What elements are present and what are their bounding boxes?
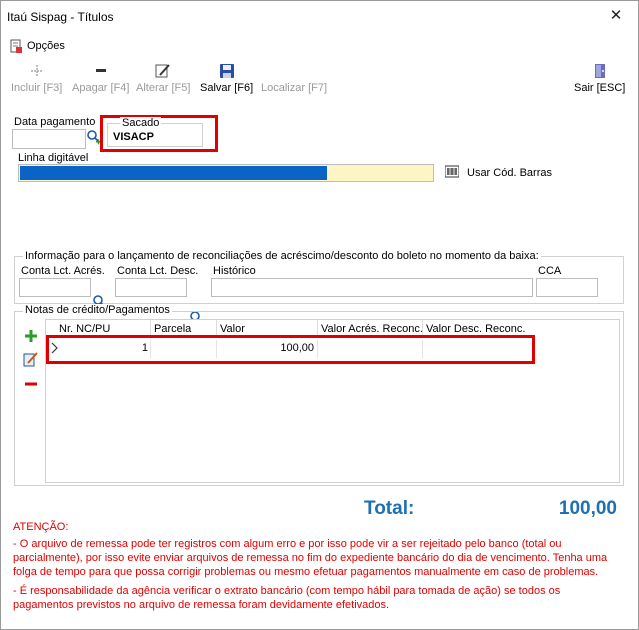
edit-icon: [154, 63, 172, 79]
salvar-label: Salvar [F6]: [200, 82, 254, 94]
col-divider: [150, 320, 151, 335]
notice-line-5: pagamentos previstos no arquivo de remes…: [13, 599, 390, 611]
exit-door-icon: [591, 63, 609, 79]
incluir-label: Incluir [F3]: [11, 82, 63, 94]
notice-line-1: - O arquivo de remessa pode ter registro…: [13, 538, 562, 550]
notice-line-3: folga de tempo para que possa corrigir p…: [13, 566, 599, 578]
cell-divider: [422, 340, 423, 358]
col-header-valor[interactable]: Valor: [220, 323, 245, 335]
menu-options[interactable]: Opções: [10, 37, 65, 55]
col-divider: [422, 320, 423, 335]
window-title: Itaú Sispag - Títulos: [7, 10, 114, 24]
sair-button[interactable]: Sair [ESC]: [574, 63, 625, 94]
historico-label: Histórico: [213, 265, 256, 277]
notice-line-4: - É responsabilidade da agência verifica…: [13, 585, 561, 597]
minus-icon: [92, 63, 110, 79]
conta-acres-field[interactable]: [19, 278, 91, 297]
close-button[interactable]: ✕: [605, 5, 627, 27]
row-pointer-icon: [51, 342, 59, 354]
col-header-nr[interactable]: Nr. NC/PU: [59, 323, 110, 335]
cca-field[interactable]: [536, 278, 598, 297]
apagar-label: Apagar [F4]: [72, 82, 130, 94]
cca-label: CCA: [538, 265, 562, 277]
localizar-button[interactable]: Localizar [F7]: [261, 63, 327, 94]
notice-line-2: parcialmente), por isso evite enviar arq…: [13, 552, 608, 564]
barcode-icon[interactable]: [444, 164, 460, 180]
cell-divider: [317, 340, 318, 358]
row-valor-cell[interactable]: 100,00: [217, 342, 316, 354]
menu-options-label: Opções: [27, 40, 65, 52]
notice-heading: ATENÇÃO:: [13, 521, 69, 533]
options-document-icon: [10, 39, 23, 54]
total-label: Total:: [364, 498, 415, 519]
col-header-acres[interactable]: Valor Acrés. Reconc.: [321, 323, 423, 335]
remove-row-button[interactable]: [23, 376, 39, 392]
reconciliation-title: Informação para o lançamento de reconcil…: [23, 250, 541, 262]
plus-arrow-icon: [28, 63, 46, 79]
edit-row-icon: [23, 352, 38, 367]
notes-title: Notas de crédito/Pagamentos: [23, 304, 172, 316]
total-value: 100,00: [558, 498, 617, 519]
apagar-button[interactable]: Apagar [F4]: [72, 63, 129, 94]
search-icon: [285, 63, 303, 79]
sair-label: Sair [ESC]: [574, 82, 626, 94]
localizar-label: Localizar [F7]: [261, 82, 328, 94]
conta-desc-field[interactable]: [115, 278, 187, 297]
linha-digitavel-filled-value: [20, 166, 327, 180]
linha-digitavel-field[interactable]: [18, 164, 434, 182]
plus-icon: [25, 330, 37, 342]
window: Itaú Sispag - Títulos ✕ Opções Incluir […: [0, 0, 639, 630]
conta-desc-label: Conta Lct. Desc.: [117, 265, 199, 277]
edit-row-button[interactable]: [23, 351, 39, 367]
col-header-desc[interactable]: Valor Desc. Reconc.: [426, 323, 525, 335]
sacado-value[interactable]: VISACP: [113, 131, 154, 143]
incluir-button[interactable]: Incluir [F3]: [11, 63, 62, 94]
sacado-label: Sacado: [120, 117, 162, 129]
col-divider: [216, 320, 217, 335]
historico-field[interactable]: [211, 278, 533, 297]
data-pagamento-label: Data pagamento: [14, 116, 96, 128]
data-pagamento-field[interactable]: [12, 129, 86, 149]
alterar-label: Alterar [F5]: [136, 82, 191, 94]
cell-divider: [150, 340, 151, 358]
row-nr-cell[interactable]: 1: [59, 342, 150, 354]
linha-digitavel-label: Linha digitável: [18, 152, 89, 164]
col-divider: [317, 320, 318, 335]
col-header-parcela[interactable]: Parcela: [154, 323, 191, 335]
usar-cod-barras-label[interactable]: Usar Cód. Barras: [467, 167, 552, 179]
minus-red-icon: [25, 382, 37, 386]
add-row-button[interactable]: [23, 328, 39, 344]
floppy-disk-icon: [218, 63, 236, 79]
salvar-button[interactable]: Salvar [F6]: [200, 63, 253, 94]
alterar-button[interactable]: Alterar [F5]: [136, 63, 190, 94]
conta-acres-label: Conta Lct. Acrés.: [21, 265, 105, 277]
